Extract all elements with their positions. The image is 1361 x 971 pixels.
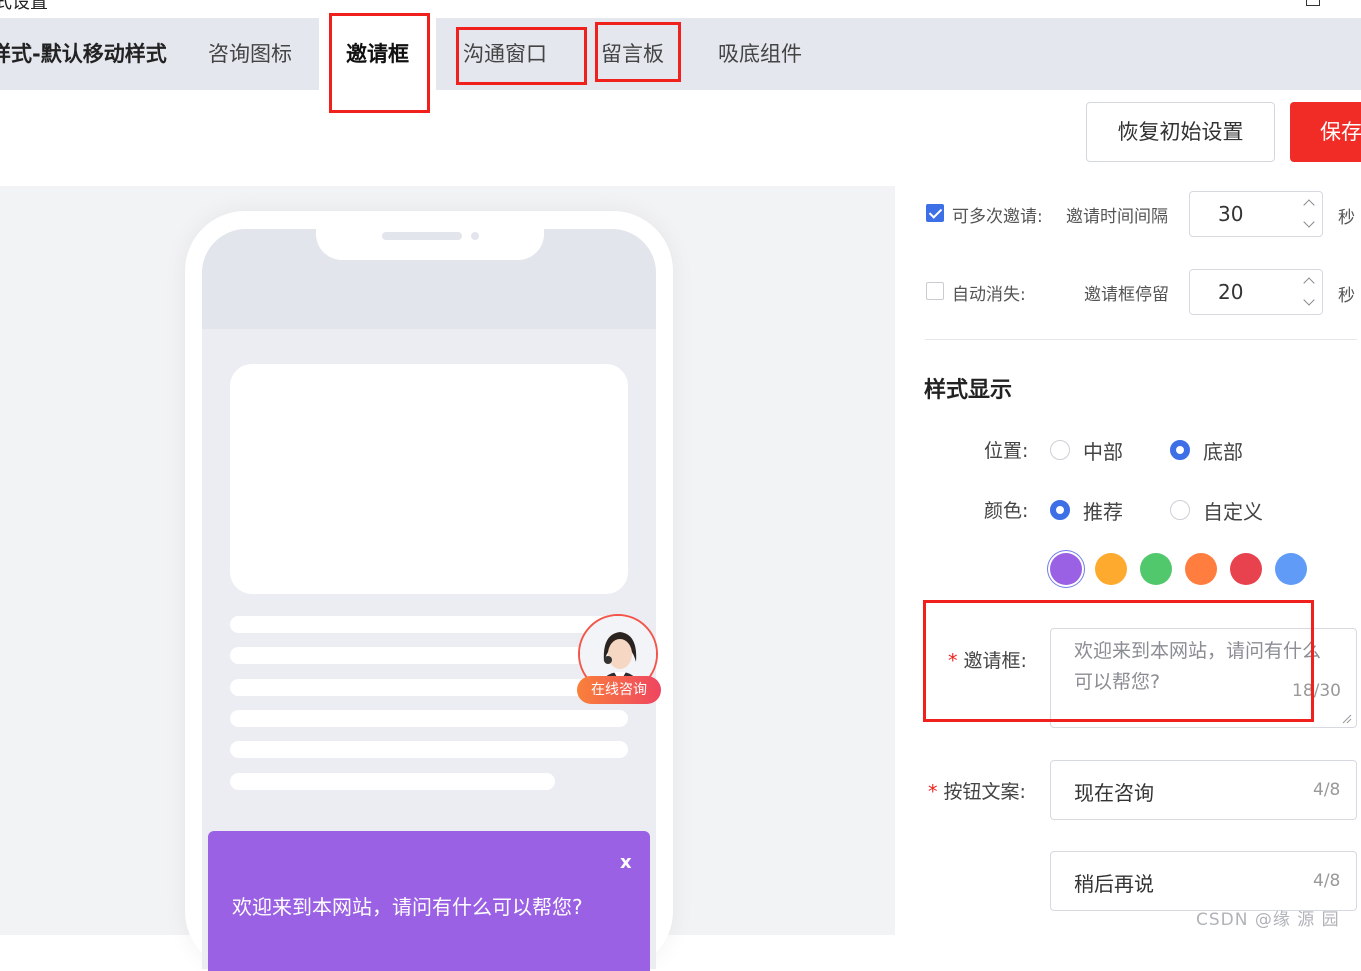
color-recommended-label[interactable]: 推荐 (1083, 496, 1123, 525)
invite-interval-input[interactable]: 30 (1189, 191, 1323, 237)
color-swatch-blue[interactable] (1275, 553, 1307, 585)
color-swatch-purple[interactable] (1050, 553, 1082, 585)
position-bottom-radio[interactable] (1170, 440, 1190, 460)
section-title: 样式显示 (924, 378, 1013, 403)
tab-bar (0, 18, 1361, 90)
auto-dismiss-label: 自动消失: (952, 285, 1026, 305)
multi-invite-checkbox[interactable] (926, 204, 944, 222)
tab-bottom-component[interactable]: 吸底组件 (718, 18, 802, 90)
invite-box-count: 18/30 (1292, 681, 1341, 701)
increment-icon[interactable] (1303, 198, 1315, 211)
decrement-icon[interactable] (1303, 294, 1315, 306)
invite-stay-value: 20 (1218, 280, 1244, 304)
tab-consult-icon[interactable]: 咨询图标 (208, 18, 292, 90)
popup-message: 欢迎来到本网站，请问有什么可以帮您? (232, 895, 583, 919)
resize-handle-icon[interactable] (1340, 712, 1352, 724)
stay-unit: 秒 (1338, 286, 1355, 306)
placeholder-line (230, 773, 555, 790)
invite-stay-label: 邀请框停留 (1084, 285, 1169, 305)
placeholder-line (230, 616, 628, 633)
later-text-value: 稍后再说 (1074, 872, 1154, 896)
color-swatch-coral[interactable] (1185, 553, 1217, 585)
placeholder-line (230, 679, 628, 696)
popup-close-icon[interactable]: x (620, 852, 632, 873)
consult-badge[interactable]: 在线咨询 (577, 676, 661, 704)
increment-icon[interactable] (1303, 276, 1315, 289)
window-top-strip (0, 0, 1361, 18)
color-custom-radio[interactable] (1170, 500, 1190, 520)
page-title: 式设置 (0, 0, 48, 13)
position-label: 位置: (984, 440, 1029, 462)
phone-speaker (382, 232, 462, 240)
invite-interval-label: 邀请时间间隔 (1066, 207, 1168, 227)
phone-camera (471, 232, 479, 240)
color-label: 颜色: (984, 500, 1029, 522)
color-swatch-orange[interactable] (1095, 553, 1127, 585)
tab-invite-box[interactable]: 邀请框 (346, 18, 409, 90)
section-divider (925, 339, 1357, 340)
tab-chat-window[interactable]: 沟通窗口 (463, 18, 547, 90)
interval-unit: 秒 (1338, 208, 1355, 228)
tab-message-board[interactable]: 留言板 (601, 18, 664, 90)
color-swatch-green[interactable] (1140, 553, 1172, 585)
position-middle-radio[interactable] (1050, 440, 1070, 460)
watermark: CSDN @缘 源 园 (1196, 910, 1340, 930)
later-text-count: 4/8 (1313, 871, 1341, 891)
color-custom-label[interactable]: 自定义 (1203, 496, 1263, 525)
placeholder-line (230, 710, 628, 727)
invite-stay-input[interactable]: 20 (1189, 269, 1323, 315)
decrement-icon[interactable] (1303, 216, 1315, 228)
placeholder-line (230, 741, 628, 758)
position-middle-label[interactable]: 中部 (1083, 436, 1123, 465)
invite-interval-value: 30 (1218, 202, 1244, 226)
auto-dismiss-checkbox[interactable] (926, 282, 944, 300)
tab-style-default-mobile[interactable]: 样式-默认移动样式 (0, 18, 167, 90)
button-text-count: 4/8 (1313, 780, 1341, 800)
color-recommended-radio[interactable] (1050, 500, 1070, 520)
placeholder-line (230, 647, 628, 664)
save-button[interactable]: 保存 (1290, 102, 1361, 162)
placeholder-card (230, 364, 628, 594)
maximize-icon[interactable] (1306, 0, 1320, 6)
invite-box-label: * 邀请框: (948, 650, 1027, 672)
multi-invite-label: 可多次邀请: (952, 207, 1043, 227)
button-text-value: 现在咨询 (1074, 781, 1154, 805)
color-swatch-red[interactable] (1230, 553, 1262, 585)
button-text-label: * 按钮文案: (928, 781, 1026, 803)
position-bottom-label[interactable]: 底部 (1203, 436, 1243, 465)
reset-defaults-button[interactable]: 恢复初始设置 (1086, 102, 1275, 162)
